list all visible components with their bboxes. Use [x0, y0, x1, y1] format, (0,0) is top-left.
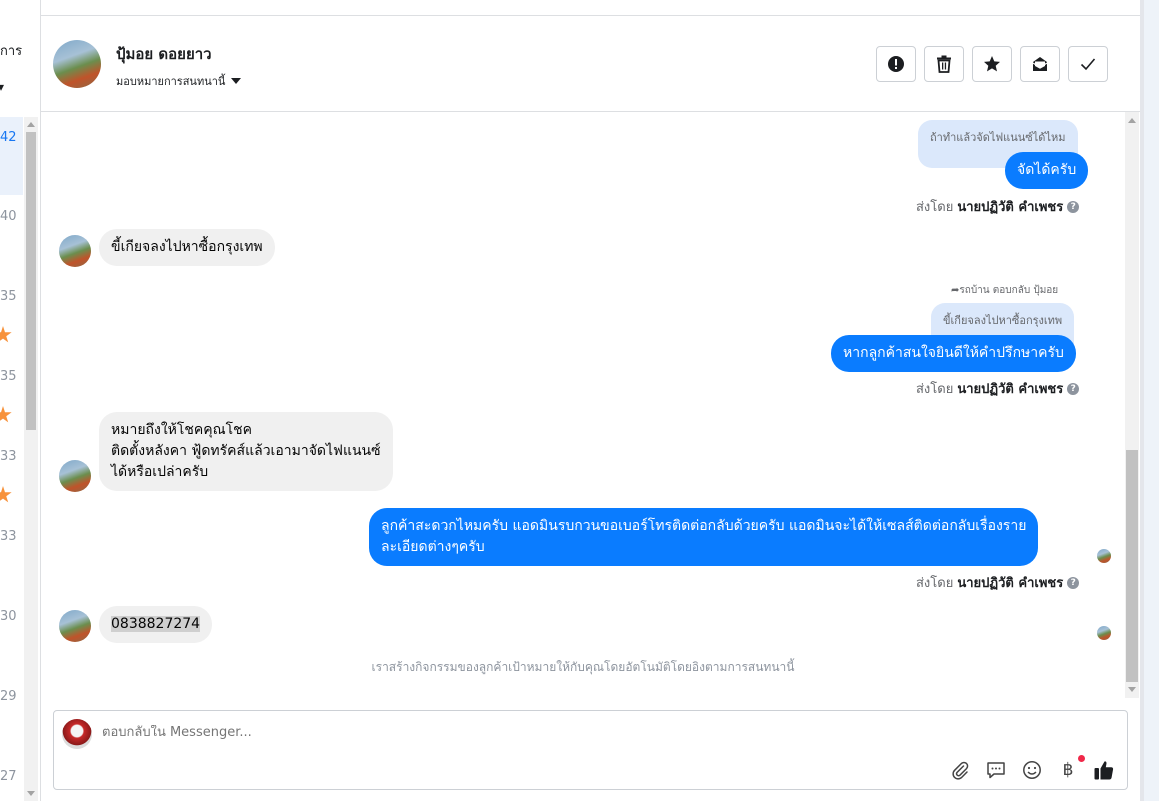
phone-number[interactable]: 0838827274	[111, 616, 201, 632]
sent-by-prefix: ส่งโดย	[916, 576, 954, 591]
spam-icon	[888, 56, 904, 72]
conversation-list: การ ▾ 42 40 35 35 33 33 30 29 27	[0, 0, 41, 801]
list-item-time: 27	[0, 769, 17, 784]
list-item-time: 29	[0, 689, 17, 704]
mark-done-button[interactable]	[1068, 46, 1108, 82]
list-item-time: 35	[0, 289, 17, 304]
saved-reply-icon	[987, 762, 1005, 779]
outgoing-message[interactable]: ลูกค้าสะดวกไหมครับ แอดมินรบกวนขอเบอร์โทร…	[369, 508, 1039, 566]
list-scrollbar[interactable]	[24, 117, 38, 801]
messenger-inbox: การ ▾ 42 40 35 35 33 33 30 29 27 ปุ้มอย …	[0, 0, 1159, 801]
saved-replies-button[interactable]	[985, 759, 1007, 781]
scroll-up-arrow-icon[interactable]	[1128, 118, 1136, 123]
reply-note: ➦รถบ้าน ตอบกลับ ปุ้มอย	[951, 283, 1058, 298]
scrollbar-thumb[interactable]	[1126, 450, 1138, 682]
page-avatar	[62, 719, 92, 749]
star-icon	[0, 486, 12, 503]
sent-by-label: ส่งโดย นายปฏิวัติ คำเพชร ?	[916, 572, 1080, 593]
scroll-down-arrow-icon[interactable]	[27, 791, 35, 796]
list-header: การ	[0, 44, 23, 59]
thread-scrollbar[interactable]	[1125, 112, 1139, 698]
contact-avatar[interactable]	[53, 40, 101, 88]
contact-name[interactable]: ปุ้มอย ดอยยาว	[116, 42, 212, 66]
sent-by-label: ส่งโดย นายปฏิวัติ คำเพชร ?	[916, 196, 1080, 217]
mark-unread-button[interactable]	[1020, 46, 1060, 82]
list-item-time: 35	[0, 369, 17, 384]
composer-tools: ฿	[949, 755, 1115, 781]
help-icon[interactable]: ?	[1067, 200, 1080, 213]
payment-icon: ฿	[1062, 760, 1074, 780]
checkmark-icon	[1080, 58, 1096, 71]
read-receipt-avatar	[1097, 626, 1111, 640]
outgoing-message[interactable]: จัดได้ครับ	[1005, 152, 1089, 189]
read-receipt-avatar	[1097, 549, 1111, 563]
contact-avatar[interactable]	[59, 235, 91, 267]
scroll-up-arrow-icon[interactable]	[27, 122, 35, 127]
emoji-button[interactable]	[1021, 759, 1043, 781]
assign-conversation-dropdown[interactable]: มอบหมายการสนทนานี้	[116, 72, 242, 90]
star-button[interactable]	[972, 46, 1012, 82]
like-icon	[1094, 761, 1114, 780]
outgoing-message[interactable]: หากลูกค้าสนใจยินดีให้คำปรึกษาครับ	[831, 335, 1076, 372]
reply-composer: ฿	[53, 710, 1128, 790]
sender-name: นายปฏิวัติ คำเพชร	[957, 200, 1064, 215]
list-item-time: 40	[0, 209, 17, 224]
sender-name: นายปฏิวัติ คำเพชร	[957, 576, 1064, 591]
help-icon[interactable]: ?	[1067, 382, 1080, 395]
incoming-message[interactable]: ขี้เกียจลงไปหาซื้อกรุงเทพ	[99, 229, 275, 266]
message-line: ลูกค้าสะดวกไหมครับ แอดมินรบกวนขอเบอร์โทร…	[381, 518, 1027, 534]
scroll-down-arrow-icon[interactable]	[1128, 687, 1136, 692]
message-line: ละเอียดต่างๆครับ	[381, 539, 485, 555]
window-edge-inner	[1144, 0, 1159, 801]
system-note: เราสร้างกิจกรรมของลูกค้าเป้าหมายให้กับคุ…	[371, 660, 795, 674]
attach-button[interactable]	[949, 759, 971, 781]
sender-name: นายปฏิวัติ คำเพชร	[957, 382, 1064, 397]
conversation-header: ปุ้มอย ดอยยาว มอบหมายการสนทนานี้	[41, 16, 1140, 112]
list-item-time: 33	[0, 449, 17, 464]
trash-icon	[937, 55, 951, 73]
star-icon	[0, 406, 12, 423]
message-line: ได้หรือเปล่าครับ	[111, 464, 209, 480]
chevron-down-icon[interactable]: ▾	[0, 80, 4, 94]
message-line: หมายถึงให้โชคคุณโชค	[111, 422, 253, 438]
contact-avatar[interactable]	[59, 460, 91, 492]
contact-avatar[interactable]	[59, 610, 91, 642]
sent-by-label: ส่งโดย นายปฏิวัติ คำเพชร ?	[916, 378, 1080, 399]
notification-dot	[1078, 755, 1085, 762]
star-icon	[984, 56, 1000, 72]
list-item-time: 33	[0, 529, 17, 544]
reply-note-text: รถบ้าน ตอบกลับ ปุ้มอย	[959, 285, 1059, 296]
attachment-icon	[952, 761, 969, 780]
reply-input[interactable]	[102, 725, 702, 740]
delete-button[interactable]	[924, 46, 964, 82]
payment-button[interactable]: ฿	[1057, 755, 1085, 781]
emoji-icon	[1023, 761, 1041, 779]
message-line: ติดตั้งหลังคา ฟู้ดทรัคส์แล้วเอามาจัดไฟแน…	[111, 443, 381, 459]
incoming-message[interactable]: 0838827274	[99, 606, 213, 643]
mark-unread-icon	[1032, 57, 1048, 71]
window-edge	[1140, 0, 1159, 801]
list-item-selected[interactable]	[0, 117, 23, 195]
sent-by-prefix: ส่งโดย	[916, 382, 954, 397]
star-icon	[0, 326, 12, 343]
incoming-message[interactable]: หมายถึงให้โชคคุณโชค ติดตั้งหลังคา ฟู้ดทร…	[99, 412, 393, 491]
list-item-time: 30	[0, 609, 17, 624]
caret-down-icon	[231, 78, 242, 84]
message-thread: ถ้าทำแล้วจัดไฟแนนซ์ได้ไหม จัดได้ครับ ส่ง…	[41, 112, 1125, 698]
header-actions	[876, 46, 1108, 82]
help-icon[interactable]: ?	[1067, 576, 1080, 589]
sent-by-prefix: ส่งโดย	[916, 200, 954, 215]
scrollbar-thumb[interactable]	[26, 132, 36, 430]
mark-spam-button[interactable]	[876, 46, 916, 82]
list-item-time: 42	[0, 130, 17, 145]
like-button[interactable]	[1093, 759, 1115, 781]
assign-label: มอบหมายการสนทนานี้	[116, 75, 226, 88]
